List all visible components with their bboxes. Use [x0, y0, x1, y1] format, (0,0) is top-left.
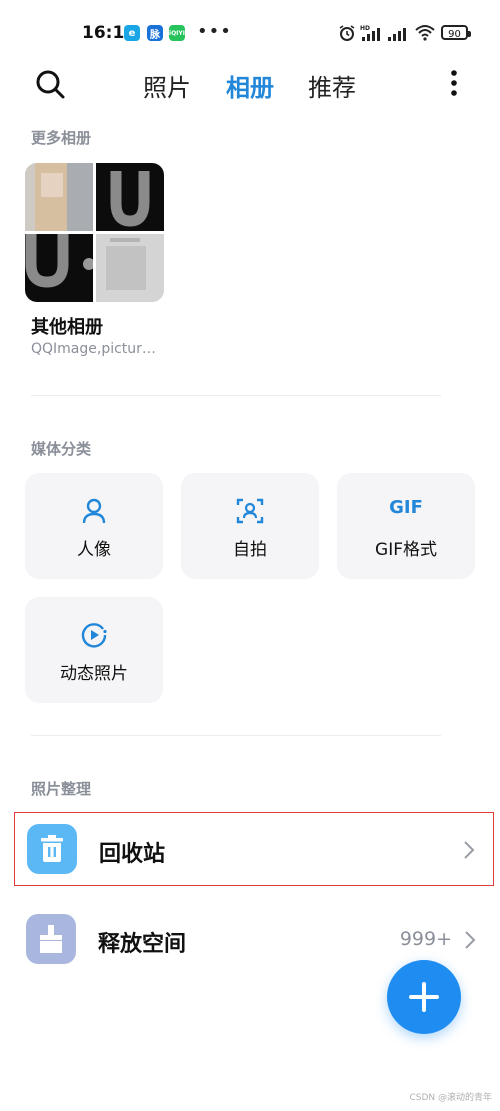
section-title-more-albums: 更多相册 — [31, 129, 92, 147]
album-thumb-photo — [96, 234, 164, 302]
album-subtitle: QQImage,pictur… — [31, 341, 156, 357]
divider — [31, 395, 441, 396]
category-card-selfie[interactable]: 自拍 — [181, 473, 319, 579]
tab-albums[interactable]: 相册 — [226, 68, 274, 103]
album-thumb-photo — [25, 234, 93, 302]
album-thumb-photo — [96, 163, 164, 231]
chevron-right-icon — [464, 841, 475, 859]
tab-recommend[interactable]: 推荐 — [308, 68, 356, 103]
list-item-label: 释放空间 — [98, 932, 187, 957]
watermark: CSDN @滚动的青年 — [409, 1093, 492, 1103]
category-card-portrait[interactable]: 人像 — [25, 473, 163, 579]
signal-icon — [388, 28, 406, 41]
status-overflow-icon: ••• — [197, 21, 232, 42]
search-icon[interactable] — [32, 66, 68, 102]
album-thumb-photo — [25, 163, 93, 231]
album-name: 其他相册 — [31, 317, 103, 338]
tab-photos[interactable]: 照片 — [143, 68, 191, 103]
selfie-icon — [236, 498, 264, 524]
signal-hd-icon: HD — [360, 25, 380, 41]
app-badge-icon: e — [124, 25, 140, 41]
plus-icon — [409, 982, 439, 1012]
wifi-icon — [415, 25, 435, 41]
section-title-photo-organize: 照片整理 — [31, 780, 92, 798]
battery-indicator: 90 — [441, 25, 471, 40]
category-label: GIF格式 — [375, 540, 437, 560]
motion-photo-icon — [81, 623, 107, 648]
category-card-motion-photo[interactable]: 动态照片 — [25, 597, 163, 703]
add-album-button[interactable] — [387, 960, 461, 1034]
clean-icon — [26, 914, 76, 964]
divider — [31, 735, 441, 736]
more-options-icon[interactable] — [442, 69, 466, 97]
trash-icon — [27, 824, 77, 874]
list-item-label: 回收站 — [99, 842, 166, 867]
category-label: 动态照片 — [60, 664, 128, 684]
section-title-media-categories: 媒体分类 — [31, 440, 92, 458]
list-item-recycle-bin[interactable]: 回收站 — [14, 812, 494, 886]
status-bar: 16:12 e 脉 iQIYI ••• HD 90 — [0, 0, 500, 66]
chevron-right-icon — [465, 931, 476, 949]
list-item-count: 999+ — [399, 928, 452, 950]
app-badge-icon: iQIYI — [169, 25, 185, 41]
category-label: 自拍 — [233, 540, 267, 560]
app-badge-icon: 脉 — [147, 25, 163, 41]
album-thumbnail[interactable] — [25, 163, 164, 302]
gif-icon: GIF — [389, 497, 423, 518]
person-icon — [82, 498, 106, 524]
alarm-icon — [339, 25, 355, 41]
svg-text:HD: HD — [360, 25, 370, 32]
category-card-gif[interactable]: GIF GIF格式 — [337, 473, 475, 579]
category-label: 人像 — [77, 540, 111, 560]
